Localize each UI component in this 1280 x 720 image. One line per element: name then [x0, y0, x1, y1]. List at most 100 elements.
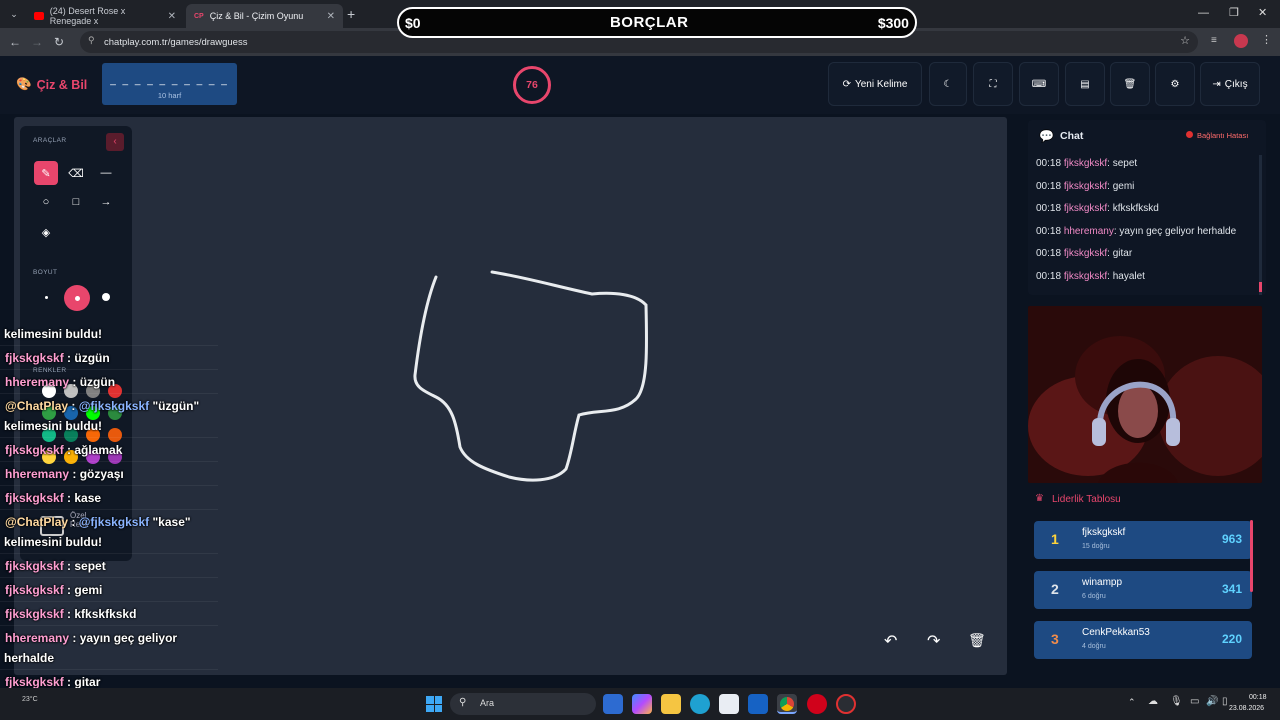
leaderboard-scrollbar[interactable]	[1250, 520, 1253, 592]
maximize-icon[interactable]: ❐	[1229, 6, 1239, 19]
overlay-chat-text: yayın geç geliyor	[79, 631, 178, 645]
redo-icon[interactable]: ↷	[927, 631, 940, 651]
trash-button[interactable]: 🗑	[1110, 62, 1150, 106]
mic-icon[interactable]: 🎙	[1170, 696, 1183, 707]
fullscreen-button[interactable]: ⛶	[973, 62, 1013, 106]
chat-user: fjkskgkskf	[1063, 180, 1108, 192]
opera-gx-icon[interactable]	[836, 694, 856, 714]
size-large[interactable]	[94, 285, 118, 309]
archive-button[interactable]: ▤	[1065, 62, 1105, 106]
network-icon[interactable]: ▭	[1190, 696, 1199, 707]
collapse-panel-icon[interactable]: ‹	[106, 133, 124, 151]
archive-icon: ▤	[1080, 78, 1090, 90]
clock-time[interactable]: 00:18	[1249, 694, 1267, 701]
tab-list-icon[interactable]: ⌄	[3, 3, 25, 25]
leader-name: fjkskgkskf	[1082, 527, 1126, 538]
chat-message: 00:18 fjkskgkskf: gitar	[1036, 248, 1133, 260]
chat-text: gitar	[1112, 248, 1133, 260]
leader-correct-count: 15 doğru	[1082, 543, 1110, 550]
close-tab-icon[interactable]: ✕	[327, 11, 335, 22]
taskbar-search[interactable]: ⚲ Ara	[450, 693, 596, 715]
crown-icon: ♛	[1035, 493, 1044, 504]
new-word-button[interactable]: ⟳ Yeni Kelime	[828, 62, 922, 106]
reading-list-icon[interactable]: ≡	[1211, 35, 1217, 46]
eraser-icon: ⌫	[68, 167, 84, 180]
arrow-tool[interactable]: →	[94, 190, 118, 214]
browser-menu-icon[interactable]: ⋮	[1261, 33, 1272, 46]
chat-text: sepet	[1112, 158, 1138, 169]
tab-youtube[interactable]: (24) Desert Rose x Renegade x ✕	[26, 4, 184, 28]
keyboard-button[interactable]: ⌨	[1019, 62, 1059, 106]
minimize-icon[interactable]: —	[1198, 7, 1209, 19]
expand-icon: ⛶	[989, 78, 997, 90]
word-mask: _ _ _ _ _ _ _ _ _ _	[110, 75, 229, 86]
leader-score: 341	[1221, 582, 1242, 596]
settings-button[interactable]: ⚙	[1155, 62, 1195, 106]
outlook-icon[interactable]	[748, 694, 768, 714]
leader-rank: 1	[1051, 531, 1059, 547]
status-dot	[1186, 131, 1193, 138]
clock-date[interactable]: 23.08.2026	[1229, 705, 1264, 712]
weather-temp[interactable]: 23°C	[22, 696, 38, 703]
rectangle-tool[interactable]: □	[64, 190, 88, 214]
search-icon: ⚲	[459, 697, 467, 708]
overlay-chat-text: sepet	[74, 559, 106, 573]
url-text: chatplay.com.tr/games/drawguess	[104, 36, 248, 48]
dark-mode-button[interactable]: ☾	[929, 62, 967, 106]
tray-chevron-icon[interactable]: ⌃	[1128, 697, 1136, 708]
edge-icon[interactable]	[690, 694, 710, 714]
file-explorer-icon[interactable]	[661, 694, 681, 714]
overlay-chat-user: hheremany	[5, 467, 70, 481]
back-icon[interactable]: ←	[4, 31, 26, 53]
chrome-icon[interactable]	[777, 694, 797, 714]
overlay-chat-user: fjkskgkskf	[5, 675, 64, 689]
close-tab-icon[interactable]: ✕	[168, 11, 176, 22]
forward-icon[interactable]: →	[26, 31, 48, 53]
circle-tool[interactable]: ○	[34, 190, 58, 214]
app-logo[interactable]: 🎨 Çiz & Bil	[16, 77, 87, 92]
volume-icon[interactable]: 🔊	[1206, 696, 1218, 707]
pencil-icon: ✎	[41, 167, 51, 180]
fill-tool[interactable]: ◈	[34, 220, 58, 244]
chat-scrollbar[interactable]	[1259, 155, 1262, 295]
banner-left-amount: $0	[405, 14, 421, 31]
start-button[interactable]	[426, 696, 442, 712]
overlay-chat-text: ağlamak	[74, 443, 123, 457]
overlay-chat-line: fjkskgkskf : üzgün	[0, 348, 218, 370]
size-medium[interactable]	[64, 285, 90, 311]
leader-name: winampp	[1082, 577, 1123, 588]
site-info-icon[interactable]: ⚲	[88, 35, 95, 46]
size-small[interactable]	[34, 285, 58, 309]
overlay-chat-mention: @fjkskgkskf	[78, 515, 150, 529]
leaderboard-row: 1 fjkskgkskf 15 doğru 963	[1034, 521, 1252, 559]
overlay-chat-text: kelimesini buldu!	[4, 327, 103, 341]
logo-text: Çiz & Bil	[36, 77, 88, 92]
cloud-icon[interactable]: ☁	[1148, 696, 1158, 707]
overlay-chat-user: fjkskgkskf	[5, 559, 64, 573]
opera-icon[interactable]	[807, 694, 827, 714]
exit-button[interactable]: ⇥ Çıkış	[1200, 62, 1260, 106]
task-view-icon[interactable]	[603, 694, 623, 714]
overlay-chat-line: hheremany : üzgün	[0, 372, 218, 394]
copilot-icon[interactable]	[632, 694, 652, 714]
undo-icon[interactable]: ↶	[884, 631, 897, 651]
refresh-icon: ⟳	[842, 78, 851, 90]
tab-drawguess[interactable]: CP Çiz & Bil - Çizim Oyunu ✕	[186, 4, 343, 28]
overlay-chat-continuation: kelimesini buldu!	[4, 535, 103, 549]
pencil-tool[interactable]: ✎	[34, 161, 58, 185]
new-tab-icon[interactable]: +	[347, 6, 355, 22]
bookmark-star-icon[interactable]: ☆	[1180, 34, 1190, 47]
profile-avatar-icon[interactable]	[1234, 34, 1248, 48]
overlay-chat-line: fjkskgkskf : ağlamak	[0, 440, 218, 462]
leaderboard: ♛ Liderlik Tablosu 1 fjkskgkskf 15 doğru 96…	[1028, 488, 1262, 678]
clear-canvas-icon[interactable]: 🗑	[968, 632, 986, 649]
reload-icon[interactable]: ↻	[48, 31, 70, 53]
battery-icon[interactable]: ▯	[1222, 696, 1228, 707]
tab-label: (24) Desert Rose x Renegade x	[49, 6, 126, 26]
eraser-tool[interactable]: ⌫	[64, 161, 88, 185]
close-window-icon[interactable]: ✕	[1258, 6, 1267, 19]
overlay-chat-mention: @fjkskgkskf	[78, 399, 150, 413]
chat-panel: 💬 Chat Bağlantı Hatası 00:18 fjkskgkskf:…	[1028, 120, 1266, 295]
line-tool[interactable]: —	[94, 161, 118, 185]
store-icon[interactable]	[719, 694, 739, 714]
